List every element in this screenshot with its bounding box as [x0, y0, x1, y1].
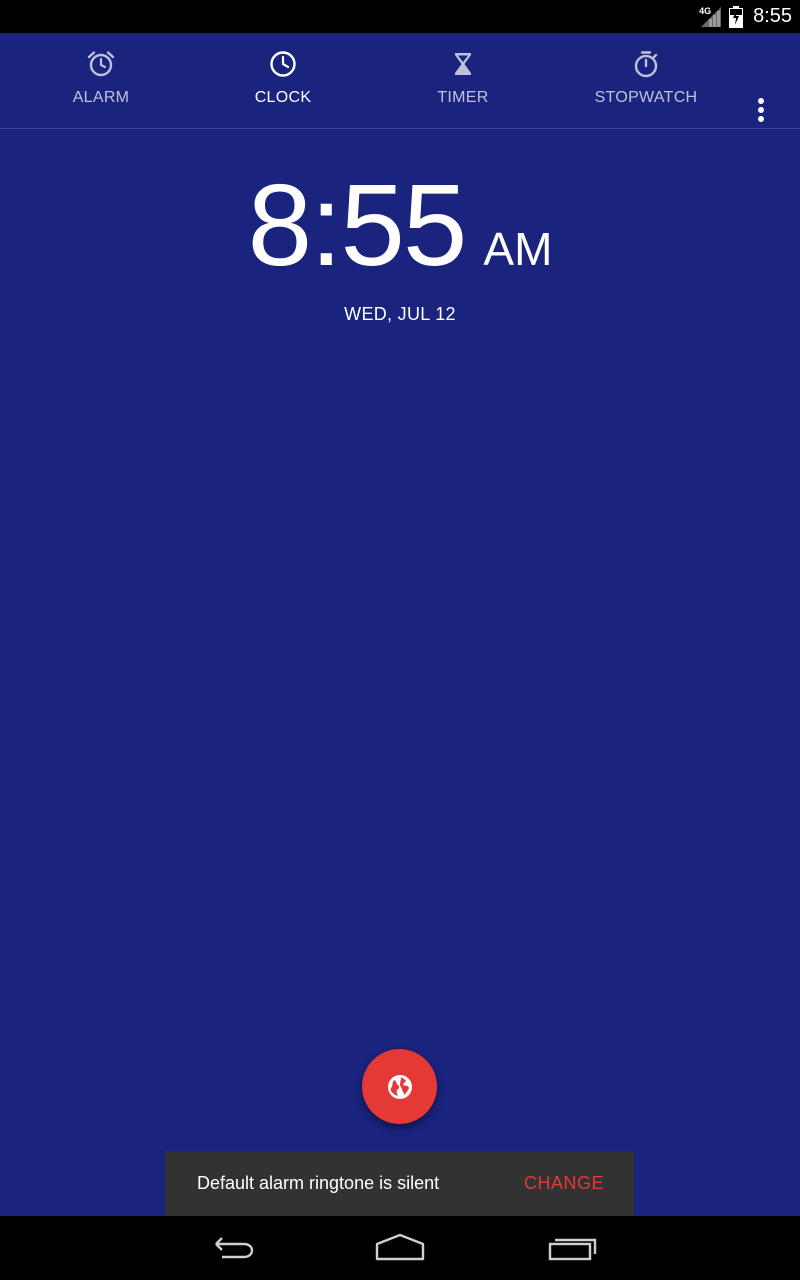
tab-clock-label: CLOCK: [254, 89, 312, 106]
more-vert-icon[interactable]: [745, 95, 777, 125]
recents-icon[interactable]: [541, 1230, 601, 1266]
clock-display: 8:55 AM WED, JUL 12: [0, 160, 800, 325]
clock-icon: [270, 51, 296, 77]
tab-alarm[interactable]: ALARM: [51, 33, 151, 129]
tab-timer-label: TIMER: [437, 89, 489, 106]
tab-alarm-label: ALARM: [72, 89, 130, 106]
network-type: 4G: [699, 5, 712, 16]
time-row: 8:55 AM: [0, 160, 800, 290]
tab-bar: ALARM CLOCK TIMER STOPWATCH: [0, 33, 800, 129]
tab-stopwatch-label: STOPWATCH: [594, 89, 698, 106]
world-clock-fab[interactable]: [362, 1049, 437, 1124]
hourglass-icon: [455, 53, 471, 75]
status-icons: 4G 8:55: [699, 0, 792, 33]
snackbar-message: Default alarm ringtone is silent: [197, 1173, 440, 1193]
clock-app-screen: 4G 8:55 ALARM CLOCK TIMER STOPWATCH 8:55…: [0, 0, 800, 1280]
tab-clock[interactable]: CLOCK: [233, 33, 333, 129]
date-label: WED, JUL 12: [344, 304, 456, 324]
alarm-icon: [87, 51, 115, 77]
navigation-bar: [0, 1216, 800, 1280]
tab-stopwatch[interactable]: STOPWATCH: [586, 33, 706, 129]
status-bar: 4G 8:55: [0, 0, 800, 33]
home-icon[interactable]: [370, 1230, 430, 1266]
snackbar: Default alarm ringtone is silent CHANGE: [165, 1151, 634, 1216]
status-time: 8:55: [753, 5, 792, 27]
battery-icon: [729, 5, 744, 28]
signal-icon: 4G: [699, 5, 723, 29]
tab-timer[interactable]: TIMER: [413, 33, 513, 129]
stopwatch-icon: [634, 51, 658, 78]
snackbar-change-button[interactable]: CHANGE: [524, 1173, 604, 1194]
back-icon[interactable]: [200, 1230, 260, 1266]
globe-icon: [387, 1074, 412, 1099]
current-time: 8:55: [247, 160, 468, 290]
am-pm-label: AM: [483, 223, 553, 275]
